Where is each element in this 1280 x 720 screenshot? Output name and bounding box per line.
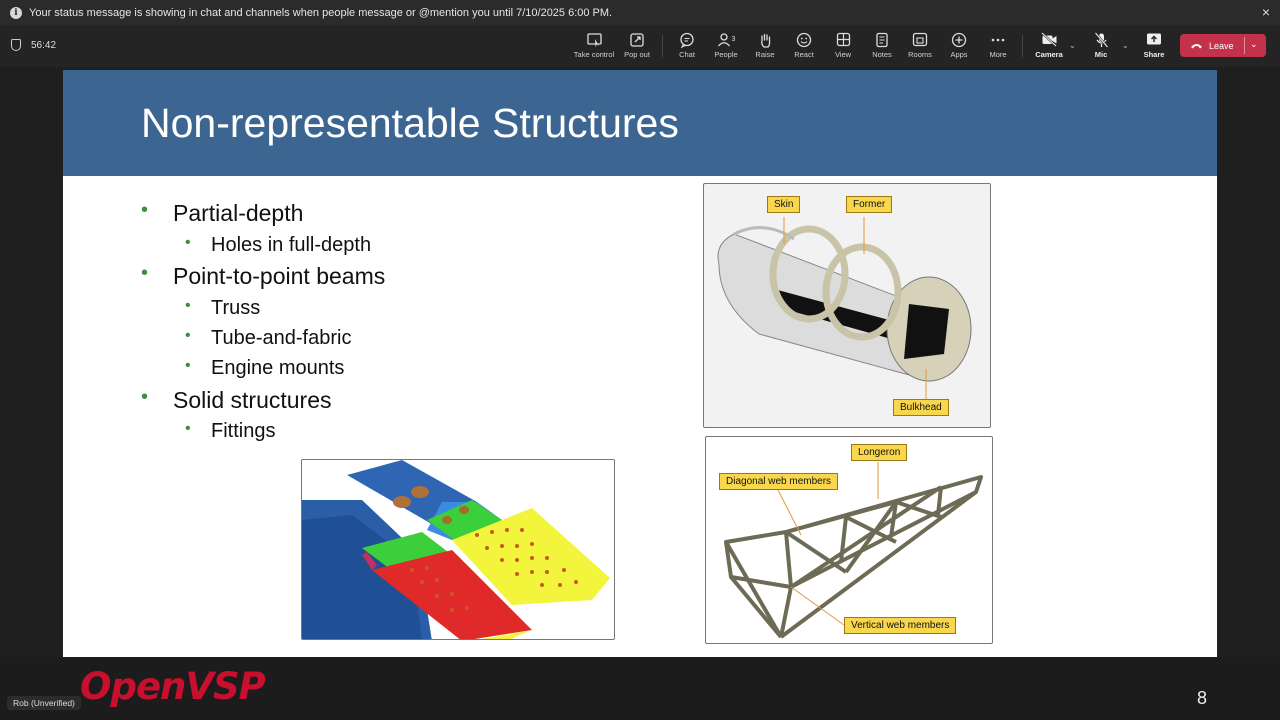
phone-hangup-icon: [1190, 41, 1203, 51]
camera-options-chevron-icon[interactable]: ⌄: [1069, 41, 1076, 50]
mic-button[interactable]: Mic: [1088, 31, 1114, 63]
sub-bullet-item: Truss: [211, 297, 261, 319]
mic-label: Mic: [1094, 50, 1108, 59]
callout-former: Former: [846, 196, 893, 213]
take-control-icon: [586, 31, 603, 48]
grid-icon: [836, 31, 851, 48]
camera-label: Camera: [1035, 50, 1063, 59]
smiley-icon: [796, 31, 812, 48]
pop-out-label: Pop out: [624, 50, 650, 59]
camera-button[interactable]: Camera: [1032, 31, 1066, 63]
sub-bullet-item: Engine mounts: [211, 357, 345, 379]
rooms-label: Rooms: [908, 50, 932, 59]
chat-button[interactable]: Chat: [672, 31, 702, 63]
meeting-timer: 56:42: [31, 40, 57, 51]
view-button[interactable]: View: [828, 31, 858, 63]
fuselage-structure-image: Skin Former Bulkhead: [703, 183, 991, 428]
take-control-label: Take control: [573, 50, 615, 59]
view-label: View: [834, 50, 852, 59]
notes-button[interactable]: Notes: [867, 31, 897, 63]
react-label: React: [794, 50, 814, 59]
more-label: More: [989, 50, 1007, 59]
sub-bullet-item: Holes in full-depth: [211, 234, 372, 256]
pop-out-icon: [629, 31, 645, 48]
sub-bullet-item: Fittings: [211, 420, 276, 442]
truss-structure-image: Longeron Diagonal web members Vertical w…: [705, 436, 993, 644]
react-button[interactable]: React: [789, 31, 819, 63]
share-button[interactable]: Share: [1139, 31, 1169, 63]
bullet-item: Partial-depth: [173, 200, 304, 226]
participant-name-tag: Rob (Unverified): [7, 696, 81, 710]
callout-skin: Skin: [767, 196, 801, 213]
people-count: 3: [731, 36, 736, 43]
bullet-dot: •: [185, 420, 191, 437]
callout-bulkhead: Bulkhead: [893, 399, 949, 416]
chat-label: Chat: [679, 50, 695, 59]
slide-title: Non-representable Structures: [141, 100, 679, 146]
ellipsis-icon: [990, 31, 1006, 48]
meeting-toolbar: 56:42 Take control Pop out Chat 3 People…: [0, 25, 1280, 67]
callout-longeron: Longeron: [851, 444, 908, 461]
notes-icon: [875, 31, 889, 48]
people-icon: 3: [717, 31, 736, 48]
plus-icon: [951, 31, 967, 48]
apps-label: Apps: [950, 50, 968, 59]
mic-off-icon: [1094, 31, 1109, 48]
leave-button[interactable]: Leave ⌄: [1180, 34, 1266, 57]
bullet-dot: •: [185, 297, 191, 314]
notes-label: Notes: [872, 50, 892, 59]
bullet-item: Point-to-point beams: [173, 263, 386, 289]
openvsp-logo: OpenVSP: [80, 665, 266, 708]
shield-icon: [11, 39, 21, 51]
share-icon: [1146, 31, 1162, 48]
status-message: Your status message is showing in chat a…: [29, 6, 613, 19]
bullet-item: Solid structures: [173, 387, 332, 413]
slide-page-number: 8: [1197, 688, 1208, 708]
bullet-dot: •: [141, 262, 149, 284]
raise-hand-icon: [758, 31, 773, 48]
share-label: Share: [1143, 50, 1165, 59]
apps-button[interactable]: Apps: [944, 31, 974, 63]
close-icon[interactable]: ×: [1262, 4, 1270, 20]
callout-diagonal-web-members: Diagonal web members: [719, 473, 839, 490]
shared-slide: Non-representable Structures • Partial-d…: [63, 70, 1217, 657]
take-control-button[interactable]: Take control: [572, 31, 616, 63]
callout-vertical-web-members: Vertical web members: [844, 617, 957, 634]
rooms-button[interactable]: Rooms: [905, 31, 935, 63]
people-label: People: [714, 50, 738, 59]
info-icon: i: [10, 6, 22, 19]
people-button[interactable]: 3 People: [710, 31, 742, 63]
bullet-dot: •: [141, 386, 149, 408]
chat-icon: [679, 31, 695, 48]
leave-options-chevron-icon[interactable]: ⌄: [1250, 39, 1258, 50]
bullet-dot: •: [185, 327, 191, 344]
more-button[interactable]: More: [983, 31, 1013, 63]
toolbar-divider: [1022, 35, 1023, 57]
camera-off-icon: [1040, 31, 1058, 48]
status-banner: i Your status message is showing in chat…: [0, 0, 1280, 25]
bullet-dot: •: [185, 234, 191, 251]
mic-options-chevron-icon[interactable]: ⌄: [1122, 41, 1129, 50]
toolbar-divider: [662, 35, 663, 57]
leave-label: Leave: [1209, 40, 1234, 51]
rooms-icon: [912, 31, 928, 48]
sub-bullet-item: Tube-and-fabric: [211, 327, 352, 349]
pop-out-button[interactable]: Pop out: [620, 31, 654, 63]
raise-hand-button[interactable]: Raise: [750, 31, 780, 63]
raise-label: Raise: [755, 50, 775, 59]
bullet-dot: •: [185, 357, 191, 374]
bullet-dot: •: [141, 199, 149, 221]
leave-divider: [1244, 37, 1245, 54]
fittings-image: [301, 459, 615, 640]
slide-header: Non-representable Structures: [63, 70, 1217, 176]
